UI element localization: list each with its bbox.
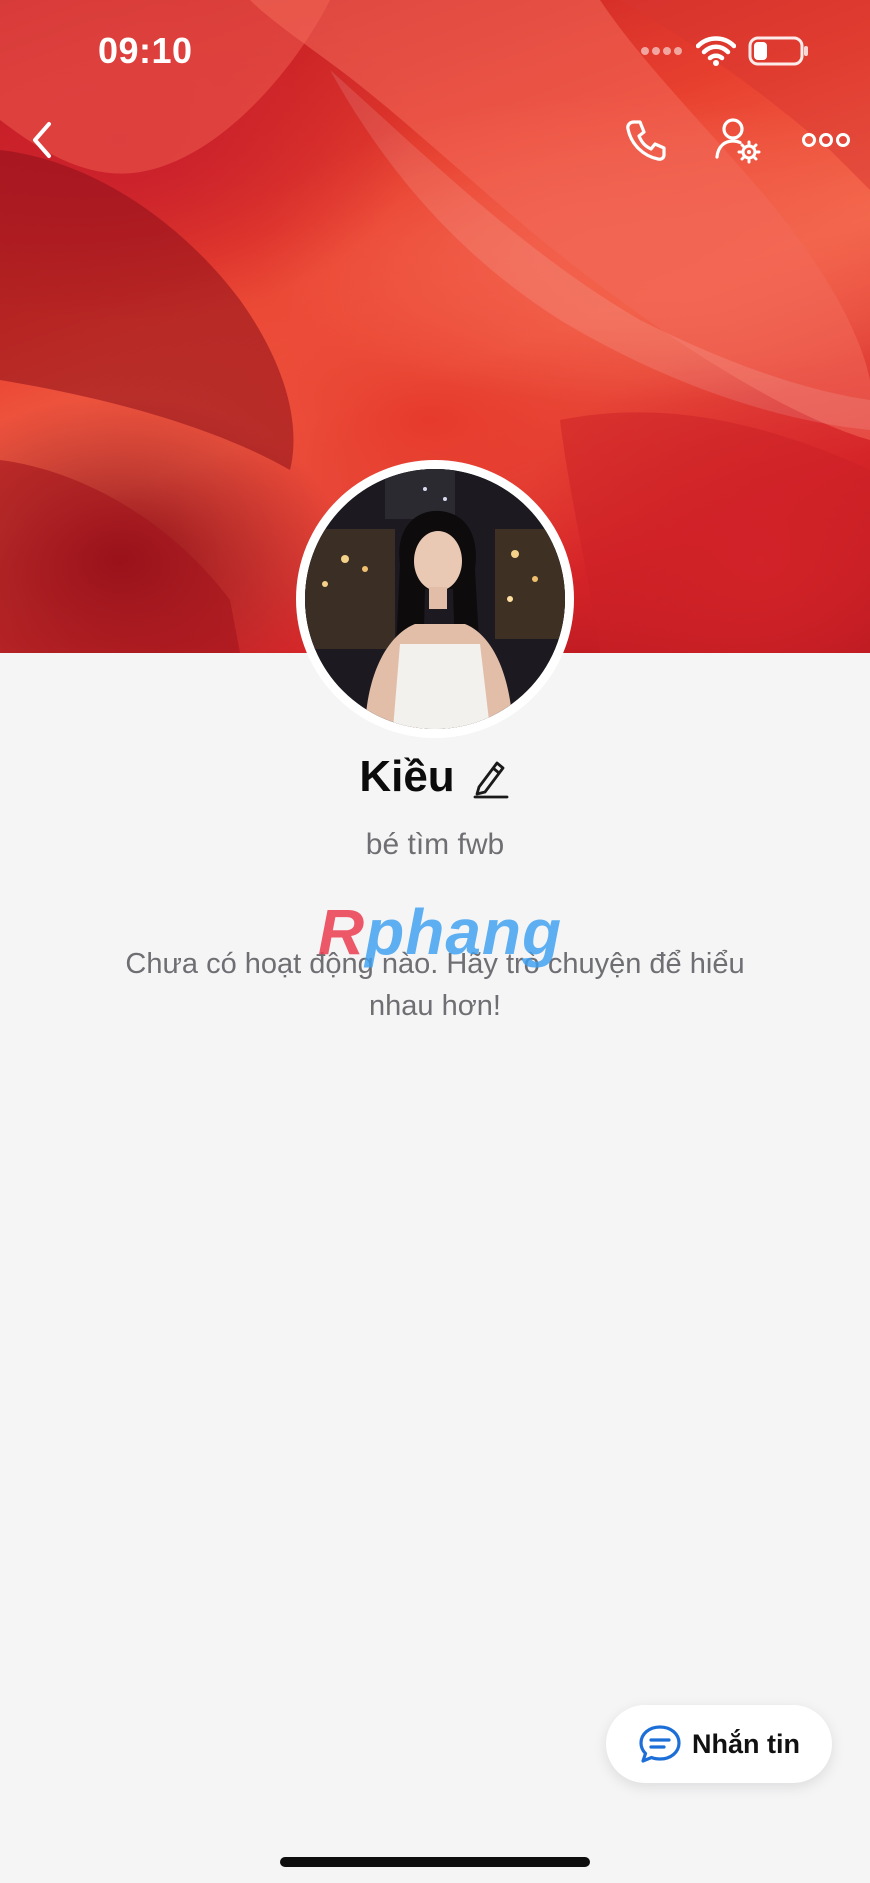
home-indicator[interactable] xyxy=(280,1857,590,1867)
back-button[interactable] xyxy=(12,110,72,170)
more-icon xyxy=(802,133,850,147)
message-button-label: Nhắn tin xyxy=(692,1728,800,1759)
battery-icon xyxy=(748,36,808,66)
status-icons xyxy=(640,34,810,68)
back-icon xyxy=(33,122,51,158)
watermark-logo: Rphang xyxy=(305,895,575,969)
user-settings-icon xyxy=(715,118,761,164)
status-time: 09:10 xyxy=(98,30,193,71)
more-button[interactable] xyxy=(796,110,856,170)
avatar-photo xyxy=(305,469,565,729)
profile-bio: bé tìm fwb xyxy=(365,828,505,861)
watermark-rest: phang xyxy=(365,896,563,968)
user-settings-button[interactable] xyxy=(708,110,768,170)
chat-bubble-icon xyxy=(639,1725,681,1763)
status-bar: 09:10 xyxy=(0,0,870,100)
wifi-icon xyxy=(696,36,736,66)
profile-name: Kiều xyxy=(359,752,455,801)
phone-icon xyxy=(626,120,666,161)
message-button[interactable]: Nhắn tin xyxy=(606,1705,832,1783)
signal-dots-icon xyxy=(641,47,682,55)
pencil-icon xyxy=(473,761,509,799)
call-button[interactable] xyxy=(616,110,676,170)
name-row: Kiều xyxy=(0,752,870,802)
edit-name-button[interactable] xyxy=(469,754,511,800)
watermark-first: R xyxy=(317,896,366,968)
avatar[interactable] xyxy=(305,469,565,729)
